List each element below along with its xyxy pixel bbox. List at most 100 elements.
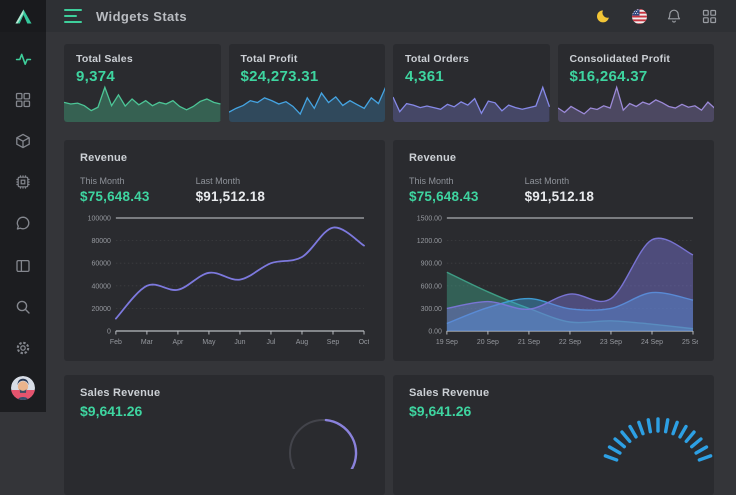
svg-text:Apr: Apr xyxy=(172,339,184,346)
svg-text:22 Sep: 22 Sep xyxy=(559,339,581,346)
card-title: Sales Revenue xyxy=(409,387,698,399)
sales-revenue-card-2: Sales Revenue $9,641.26 xyxy=(393,375,714,495)
sidebar-item-system[interactable] xyxy=(9,168,37,196)
svg-text:100000: 100000 xyxy=(88,215,111,222)
svg-text:Aug: Aug xyxy=(296,339,309,346)
sidebar xyxy=(0,0,46,412)
stat-label: Consolidated Profit xyxy=(570,53,703,65)
cpu-icon xyxy=(15,174,31,190)
top-header: Widgets Stats xyxy=(46,0,736,32)
sparkline-chart xyxy=(64,84,221,122)
svg-text:80000: 80000 xyxy=(92,238,111,245)
sidebar-item-messages[interactable] xyxy=(9,209,37,237)
svg-text:1500.00: 1500.00 xyxy=(417,215,442,222)
stat-card-total-sales: Total Sales 9,374 xyxy=(64,44,221,122)
sidebar-nav-bottom xyxy=(9,252,37,362)
last-month-block: Last Month $91,512.18 xyxy=(525,176,595,204)
sparkline-chart xyxy=(393,84,550,122)
stat-card-total-orders: Total Orders 4,361 xyxy=(393,44,550,122)
activity-icon xyxy=(15,51,32,68)
stat-value: 9,374 xyxy=(76,68,209,85)
last-month-label: Last Month xyxy=(196,176,266,186)
dashboard-grid-icon xyxy=(15,92,31,108)
svg-text:Feb: Feb xyxy=(110,339,122,346)
svg-text:19 Sep: 19 Sep xyxy=(436,339,458,346)
layout-panel-icon xyxy=(15,258,31,274)
us-flag-glyph xyxy=(631,8,648,25)
theme-moon-icon[interactable] xyxy=(595,7,613,25)
revenue-summary: This Month $75,648.43 Last Month $91,512… xyxy=(80,176,369,204)
svg-text:1200.00: 1200.00 xyxy=(417,238,442,245)
svg-text:20 Sep: 20 Sep xyxy=(477,339,499,346)
card-title: Revenue xyxy=(409,152,698,164)
svg-text:21 Sep: 21 Sep xyxy=(518,339,540,346)
revenue-area-chart: 0.00 300.00 600.00 900.00 1200.00 1500.00 19 S… xyxy=(409,210,698,352)
stat-cards-row: Total Sales 9,374 Total Profit $24,273.3… xyxy=(64,44,714,122)
sidebar-item-search[interactable] xyxy=(9,293,37,321)
svg-text:0.00: 0.00 xyxy=(428,328,442,335)
stat-value: 4,361 xyxy=(405,68,538,85)
stat-value: $16,264.37 xyxy=(570,68,703,85)
sales-revenue-card-1: Sales Revenue $9,641.26 xyxy=(64,375,385,495)
last-month-value: $91,512.18 xyxy=(196,189,266,204)
sparkline-chart xyxy=(229,84,386,122)
card-title: Sales Revenue xyxy=(80,387,369,399)
this-month-label: This Month xyxy=(409,176,479,186)
sidebar-item-products[interactable] xyxy=(9,127,37,155)
sales-value: $9,641.26 xyxy=(80,403,369,419)
revenue-card-monthly: Revenue This Month $75,648.43 Last Month… xyxy=(64,140,385,361)
chat-bubble-icon xyxy=(15,215,31,231)
svg-text:Oct: Oct xyxy=(359,339,369,346)
svg-text:0: 0 xyxy=(107,328,111,335)
svg-text:Jul: Jul xyxy=(267,339,276,346)
revenue-cards-row: Revenue This Month $75,648.43 Last Month… xyxy=(64,140,714,361)
avatar-image xyxy=(11,376,35,400)
menu-toggle-button[interactable] xyxy=(64,9,82,23)
svg-text:60000: 60000 xyxy=(92,261,111,268)
svg-text:Jun: Jun xyxy=(234,339,245,346)
triangle-logo-icon xyxy=(14,8,33,25)
main-content: Total Sales 9,374 Total Profit $24,273.3… xyxy=(46,32,736,412)
svg-text:900.00: 900.00 xyxy=(421,261,442,268)
this-month-value: $75,648.43 xyxy=(409,189,479,204)
stat-card-consolidated-profit: Consolidated Profit $16,264.37 xyxy=(558,44,715,122)
this-month-block: This Month $75,648.43 xyxy=(80,176,150,204)
this-month-value: $75,648.43 xyxy=(80,189,150,204)
header-actions xyxy=(595,7,718,25)
stat-label: Total Profit xyxy=(241,53,374,65)
last-month-label: Last Month xyxy=(525,176,595,186)
apps-grid-icon[interactable] xyxy=(700,7,718,25)
svg-text:40000: 40000 xyxy=(92,283,111,290)
sidebar-item-settings[interactable] xyxy=(9,334,37,362)
notifications-bell-icon[interactable] xyxy=(665,7,683,25)
gear-icon xyxy=(15,340,31,356)
search-icon xyxy=(15,299,31,315)
page-title: Widgets Stats xyxy=(96,9,187,24)
sidebar-item-dashboard[interactable] xyxy=(9,86,37,114)
svg-text:300.00: 300.00 xyxy=(421,306,442,313)
app-logo[interactable] xyxy=(0,0,46,32)
revenue-line-chart: 020000400006000080000100000FebMarAprMayJ… xyxy=(80,210,369,352)
svg-text:May: May xyxy=(202,339,216,346)
sparkline-chart xyxy=(558,84,715,122)
bell-glyph xyxy=(666,8,682,24)
svg-text:600.00: 600.00 xyxy=(421,283,442,290)
package-box-icon xyxy=(15,133,31,149)
user-avatar[interactable] xyxy=(11,376,35,400)
language-flag-icon[interactable] xyxy=(630,7,648,25)
sidebar-item-activity[interactable] xyxy=(9,45,37,73)
stat-value: $24,273.31 xyxy=(241,68,374,85)
sidebar-item-layout[interactable] xyxy=(9,252,37,280)
revenue-card-daily: Revenue This Month $75,648.43 Last Month… xyxy=(393,140,714,361)
svg-text:Mar: Mar xyxy=(141,339,154,346)
svg-text:23 Sep: 23 Sep xyxy=(600,339,622,346)
svg-text:Sep: Sep xyxy=(327,339,340,346)
stat-label: Total Sales xyxy=(76,53,209,65)
last-month-value: $91,512.18 xyxy=(525,189,595,204)
grid-glyph xyxy=(702,9,717,24)
svg-text:25 Sep: 25 Sep xyxy=(682,339,698,346)
revenue-summary: This Month $75,648.43 Last Month $91,512… xyxy=(409,176,698,204)
this-month-block: This Month $75,648.43 xyxy=(409,176,479,204)
sales-cards-row: Sales Revenue $9,641.26 Sales Revenue $9… xyxy=(64,375,714,495)
last-month-block: Last Month $91,512.18 xyxy=(196,176,266,204)
